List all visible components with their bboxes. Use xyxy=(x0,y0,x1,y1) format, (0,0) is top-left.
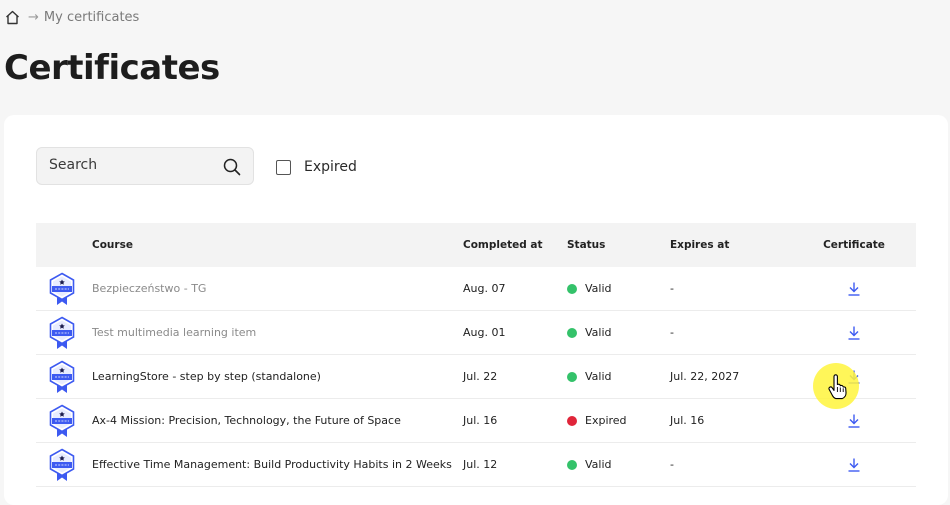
course-name[interactable]: LearningStore - step by step (standalone… xyxy=(92,370,463,383)
table-row: Bezpieczeństwo - TG Aug. 07 Valid - xyxy=(36,267,916,311)
status-label: Valid xyxy=(585,458,612,471)
download-icon[interactable] xyxy=(847,457,861,473)
table-body: Bezpieczeństwo - TG Aug. 07 Valid - Test mul… xyxy=(36,267,916,487)
completed-date: Jul. 16 xyxy=(463,414,498,427)
download-certificate-button[interactable] xyxy=(792,457,916,473)
header-status[interactable]: Status xyxy=(567,239,670,251)
row-badge xyxy=(36,404,92,438)
header-certificate: Certificate xyxy=(823,239,885,251)
expires-date: Jul. 22, 2027 xyxy=(670,370,740,383)
completed-date: Jul. 12 xyxy=(463,458,498,471)
completed-date: Jul. 22 xyxy=(463,370,498,383)
row-badge xyxy=(36,316,92,350)
row-badge xyxy=(36,360,92,394)
search-box[interactable] xyxy=(36,147,254,185)
breadcrumb-current: My certificates xyxy=(43,10,140,25)
course-name[interactable]: Bezpieczeństwo - TG xyxy=(92,282,463,295)
status-label: Valid xyxy=(585,326,612,339)
certificate-badge-icon xyxy=(49,448,75,481)
expires-date: - xyxy=(670,326,674,339)
header-expires-at[interactable]: Expires at xyxy=(670,239,792,251)
course-name[interactable]: Test multimedia learning item xyxy=(92,326,463,339)
course-name[interactable]: Ax-4 Mission: Precision, Technology, the… xyxy=(92,414,463,427)
completed-date: Aug. 01 xyxy=(463,326,506,339)
header-course[interactable]: Course xyxy=(92,239,463,251)
download-certificate-button[interactable] xyxy=(792,413,916,429)
status-dot xyxy=(567,327,577,338)
breadcrumb-separator-icon: → xyxy=(28,10,39,25)
expires-date: - xyxy=(670,282,674,295)
download-certificate-button[interactable] xyxy=(792,281,916,297)
header-completed-at[interactable]: Completed at xyxy=(463,239,567,251)
status-dot xyxy=(567,371,577,382)
status-label: Expired xyxy=(585,414,627,427)
status-label: Valid xyxy=(585,282,612,295)
certificate-badge-icon xyxy=(49,360,75,393)
status: Valid xyxy=(567,370,670,383)
expired-checkbox[interactable] xyxy=(276,159,291,175)
status: Valid xyxy=(567,282,670,295)
page-title: Certificates xyxy=(4,48,220,88)
table-row: Test multimedia learning item Aug. 01 Vali… xyxy=(36,311,916,355)
expired-filter[interactable]: Expired xyxy=(276,159,357,175)
expires-date: Jul. 16 xyxy=(670,414,705,427)
certificates-card: Expired Course Completed at Status Expir… xyxy=(4,115,948,505)
row-badge xyxy=(36,272,92,306)
hand-pointer-cursor xyxy=(828,374,847,400)
status: Expired xyxy=(567,414,670,427)
status-dot xyxy=(567,415,577,426)
table-header: Course Completed at Status Expires at Ce… xyxy=(36,223,916,267)
row-badge xyxy=(36,448,92,482)
completed-date: Aug. 07 xyxy=(463,282,506,295)
download-icon[interactable] xyxy=(847,281,861,297)
course-name[interactable]: Effective Time Management: Build Product… xyxy=(92,458,463,471)
certificate-badge-icon xyxy=(49,316,75,349)
download-certificate-button[interactable] xyxy=(792,325,916,341)
certificate-badge-icon xyxy=(49,272,75,305)
table-row: Ax-4 Mission: Precision, Technology, the… xyxy=(36,399,916,443)
certificates-table: Course Completed at Status Expires at Ce… xyxy=(36,223,916,487)
status-label: Valid xyxy=(585,370,612,383)
search-input[interactable] xyxy=(49,157,209,173)
expires-date: - xyxy=(670,458,674,471)
download-icon[interactable] xyxy=(847,413,861,429)
status: Valid xyxy=(567,326,670,339)
download-icon[interactable] xyxy=(847,325,861,341)
table-row: Effective Time Management: Build Product… xyxy=(36,443,916,487)
status: Valid xyxy=(567,458,670,471)
breadcrumb: → My certificates xyxy=(4,9,139,26)
table-row: LearningStore - step by step (standalone… xyxy=(36,355,916,399)
status-dot xyxy=(567,459,577,470)
home-icon[interactable] xyxy=(4,9,21,26)
search-icon[interactable] xyxy=(223,158,241,176)
status-dot xyxy=(567,283,577,294)
certificate-badge-icon xyxy=(49,404,75,437)
expired-label[interactable]: Expired xyxy=(304,159,357,175)
